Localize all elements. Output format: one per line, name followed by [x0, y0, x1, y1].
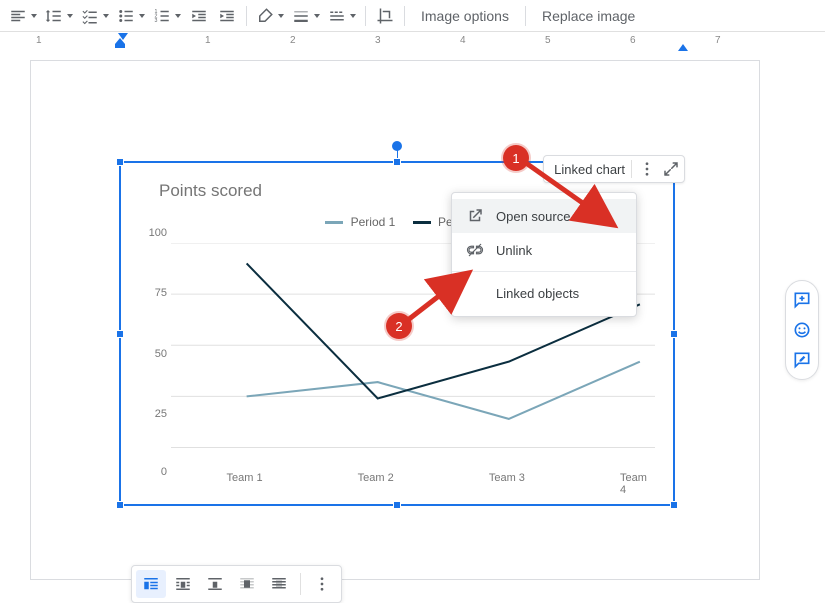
rotate-handle[interactable]	[392, 141, 402, 151]
toolbar-separator	[246, 6, 247, 26]
align-left-button[interactable]	[6, 3, 40, 29]
ruler: 1 1 2 3 4 5 6 7	[0, 32, 825, 54]
toolbar-separator	[525, 6, 526, 26]
line-spacing-button[interactable]	[42, 3, 76, 29]
menu-unlink[interactable]: Unlink	[452, 233, 636, 267]
x-label: Team 2	[358, 472, 394, 484]
side-rail	[785, 280, 819, 380]
suggest-edits-button[interactable]	[789, 347, 815, 373]
x-label: Team 4	[620, 472, 655, 496]
legend-swatch-period2	[413, 221, 431, 224]
menu-linked-objects[interactable]: Linked objects	[452, 276, 636, 310]
wrap-front-button[interactable]	[264, 570, 294, 598]
more-vert-icon	[313, 575, 331, 593]
replace-image-button[interactable]: Replace image	[532, 3, 645, 29]
menu-open-source[interactable]: Open source	[452, 199, 636, 233]
menu-divider	[452, 271, 636, 272]
wrap-break-button[interactable]	[200, 570, 230, 598]
ruler-number: 6	[630, 35, 636, 46]
ruler-number: 5	[545, 35, 551, 46]
chip-separator	[631, 160, 632, 178]
wrap-inline-button[interactable]	[136, 570, 166, 598]
wrap-more-button[interactable]	[307, 570, 337, 598]
border-weight-button[interactable]	[289, 3, 323, 29]
toolbar-separator	[365, 6, 366, 26]
border-color-button[interactable]	[253, 3, 287, 29]
emoji-reaction-button[interactable]	[789, 317, 815, 343]
wrap-text-button[interactable]	[168, 570, 198, 598]
legend-label: Period 1	[351, 215, 396, 229]
ruler-number: 7	[715, 35, 721, 46]
linked-chart-object[interactable]: Points scored Period 1 Period 2	[119, 161, 675, 506]
svg-text:3: 3	[155, 18, 158, 24]
menu-label: Linked objects	[496, 286, 579, 301]
ruler-number: 1	[36, 35, 42, 46]
wrap-separator	[300, 573, 301, 595]
ruler-number: 3	[375, 35, 381, 46]
more-vert-icon	[638, 160, 656, 178]
unlink-collapse-icon	[662, 160, 680, 178]
linked-chart-label: Linked chart	[554, 162, 625, 177]
inline-wrap-toolbar	[131, 565, 342, 603]
y-tick: 100	[149, 227, 167, 239]
crop-button[interactable]	[372, 3, 398, 29]
x-label: Team 3	[489, 472, 525, 484]
toolbar-separator	[404, 6, 405, 26]
page: Points scored Period 1 Period 2	[30, 60, 760, 580]
toolbar: 123 Image options Replace image	[0, 0, 825, 32]
ruler-number: 1	[205, 35, 211, 46]
bulleted-list-button[interactable]	[114, 3, 148, 29]
menu-label: Unlink	[496, 243, 532, 258]
y-tick: 75	[155, 287, 167, 299]
ruler-number: 4	[460, 35, 466, 46]
unlink-button[interactable]	[662, 160, 680, 178]
y-tick: 50	[155, 348, 167, 360]
image-options-button[interactable]: Image options	[411, 3, 519, 29]
y-tick: 25	[155, 408, 167, 420]
annotation-badge-2: 2	[386, 313, 412, 339]
y-tick: 0	[161, 466, 167, 478]
border-dash-button[interactable]	[325, 3, 359, 29]
decrease-indent-button[interactable]	[186, 3, 212, 29]
blank-icon	[466, 284, 484, 302]
increase-indent-button[interactable]	[214, 3, 240, 29]
checklist-button[interactable]	[78, 3, 112, 29]
linked-chart-options-button[interactable]	[638, 160, 656, 178]
open-in-new-icon	[466, 207, 484, 225]
linked-chart-menu: Open source Unlink Linked objects	[451, 192, 637, 317]
menu-label: Open source	[496, 209, 570, 224]
right-indent-marker[interactable]	[678, 44, 688, 51]
unlink-icon	[466, 241, 484, 259]
numbered-list-button[interactable]: 123	[150, 3, 184, 29]
wrap-behind-button[interactable]	[232, 570, 262, 598]
x-label: Team 1	[227, 472, 263, 484]
add-comment-button[interactable]	[789, 287, 815, 313]
left-indent-marker[interactable]	[115, 44, 125, 48]
linked-chart-chip: Linked chart	[543, 155, 685, 183]
ruler-number: 2	[290, 35, 296, 46]
legend-swatch-period1	[325, 221, 343, 224]
annotation-badge-1: 1	[503, 145, 529, 171]
